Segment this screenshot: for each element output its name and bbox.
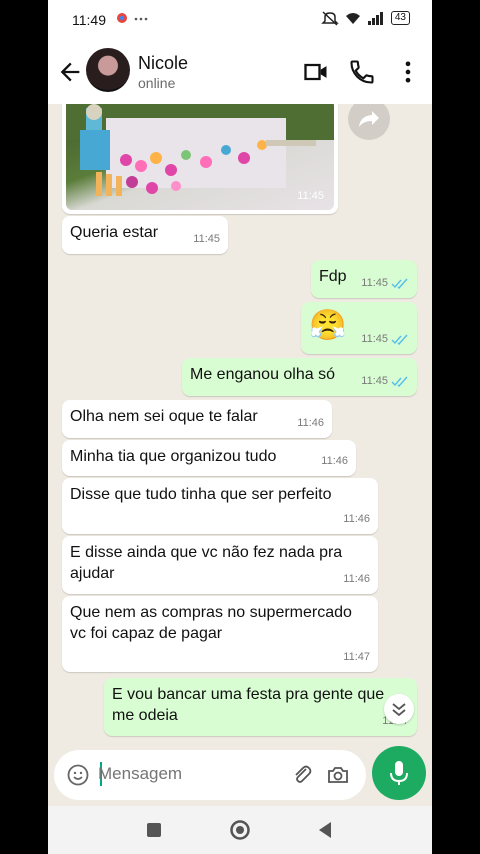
nav-back-icon[interactable] <box>314 818 338 842</box>
message-meta: 11:45 <box>361 273 409 294</box>
image-message[interactable]: 11:45 <box>62 104 338 214</box>
party-table-image <box>66 104 334 196</box>
nav-home-icon[interactable] <box>228 818 252 842</box>
outgoing-message[interactable]: Me enganou olha só 11:45 <box>182 358 417 396</box>
incoming-message[interactable]: Disse que tudo tinha que ser perfeito 11… <box>62 478 378 534</box>
camera-icon[interactable] <box>326 763 350 787</box>
message-meta: 11:45 <box>193 229 220 250</box>
system-navigation-bar <box>48 806 432 854</box>
phone-icon[interactable] <box>348 58 376 86</box>
message-meta: 11:45 <box>361 329 409 350</box>
signal-icon <box>367 12 383 25</box>
message-time: 11:45 <box>193 233 220 245</box>
message-time: 11:45 <box>297 190 324 202</box>
message-text: E vou bancar uma festa pra gente que me … <box>112 686 385 724</box>
contact-name: Nicole <box>138 53 189 73</box>
message-text: Minha tia que organizou tudo <box>70 448 277 465</box>
message-text: Disse que tudo tinha que ser perfeito <box>70 486 332 503</box>
message-time: 11:46 <box>343 513 370 525</box>
message-meta: 11:47 <box>343 647 370 668</box>
message-time: 11:46 <box>343 573 370 585</box>
outgoing-message[interactable]: Fdp 11:45 <box>311 260 417 298</box>
message-time: 11:46 <box>297 417 324 429</box>
wifi-icon <box>345 13 360 24</box>
message-text: E disse ainda que vc não fez nada pra aj… <box>70 544 343 582</box>
scroll-down-icon <box>392 703 406 717</box>
contact-status: online <box>138 75 176 91</box>
incoming-message[interactable]: E disse ainda que vc não fez nada pra aj… <box>62 536 378 594</box>
chrome-icon <box>117 13 148 23</box>
battery-indicator: 43 <box>390 11 410 25</box>
mute-icon <box>321 11 339 26</box>
status-time: 11:49 <box>72 12 106 28</box>
message-time: 11:47 <box>343 651 370 663</box>
incoming-message[interactable]: Minha tia que organizou tudo 11:46 <box>62 440 356 476</box>
read-ticks-icon <box>391 376 408 387</box>
outgoing-message[interactable]: E vou bancar uma festa pra gente que me … <box>104 678 417 736</box>
incoming-message[interactable]: Que nem as compras no supermercado vc fo… <box>62 596 378 672</box>
chat-screen: 11:49 43 Nicole online 11:45 Queria esta… <box>48 0 432 854</box>
message-meta: 11:46 <box>321 451 348 472</box>
mic-button[interactable] <box>372 746 426 800</box>
mic-icon <box>390 761 408 785</box>
message-text: Que nem as compras no supermercado vc fo… <box>70 604 352 642</box>
forward-icon <box>359 111 379 127</box>
read-ticks-icon <box>391 334 408 345</box>
message-time: 11:45 <box>361 375 388 387</box>
back-arrow-icon[interactable] <box>56 58 84 86</box>
message-text: Olha nem sei oque te falar <box>70 408 258 425</box>
composer <box>48 746 432 806</box>
avatar[interactable] <box>86 48 130 92</box>
message-meta: 11:45 <box>361 371 409 392</box>
status-system-icons: 43 <box>321 10 410 26</box>
contact-info[interactable]: Nicole online <box>138 53 188 91</box>
message-time: 11:45 <box>361 277 388 289</box>
scroll-down-button[interactable] <box>384 694 414 724</box>
status-bar: 11:49 43 <box>48 0 432 40</box>
message-meta: 11:46 <box>343 569 370 590</box>
emoji-icon[interactable] <box>66 763 90 787</box>
outgoing-emoji-message[interactable]: 😤 11:45 <box>301 302 417 354</box>
message-input-box[interactable] <box>54 750 366 800</box>
party-photo[interactable]: 11:45 <box>66 104 334 210</box>
incoming-message[interactable]: Queria estar 11:45 <box>62 216 228 254</box>
message-input[interactable] <box>98 764 248 784</box>
message-list[interactable]: 11:45 Queria estar 11:45 Fdp 11:45 😤 11:… <box>48 104 432 744</box>
nav-recents-icon[interactable] <box>142 818 166 842</box>
chat-header: Nicole online <box>48 40 432 104</box>
message-time: 11:46 <box>321 455 348 467</box>
attach-icon[interactable] <box>290 763 314 787</box>
message-meta: 11:46 <box>343 509 370 530</box>
video-call-icon[interactable] <box>302 58 330 86</box>
message-meta: 11:46 <box>297 413 324 434</box>
more-options-icon[interactable] <box>394 58 422 86</box>
message-time: 11:45 <box>361 333 388 345</box>
read-ticks-icon <box>391 278 408 289</box>
forward-button[interactable] <box>348 104 390 140</box>
status-notification-icons <box>116 12 150 27</box>
incoming-message[interactable]: Olha nem sei oque te falar 11:46 <box>62 400 332 438</box>
